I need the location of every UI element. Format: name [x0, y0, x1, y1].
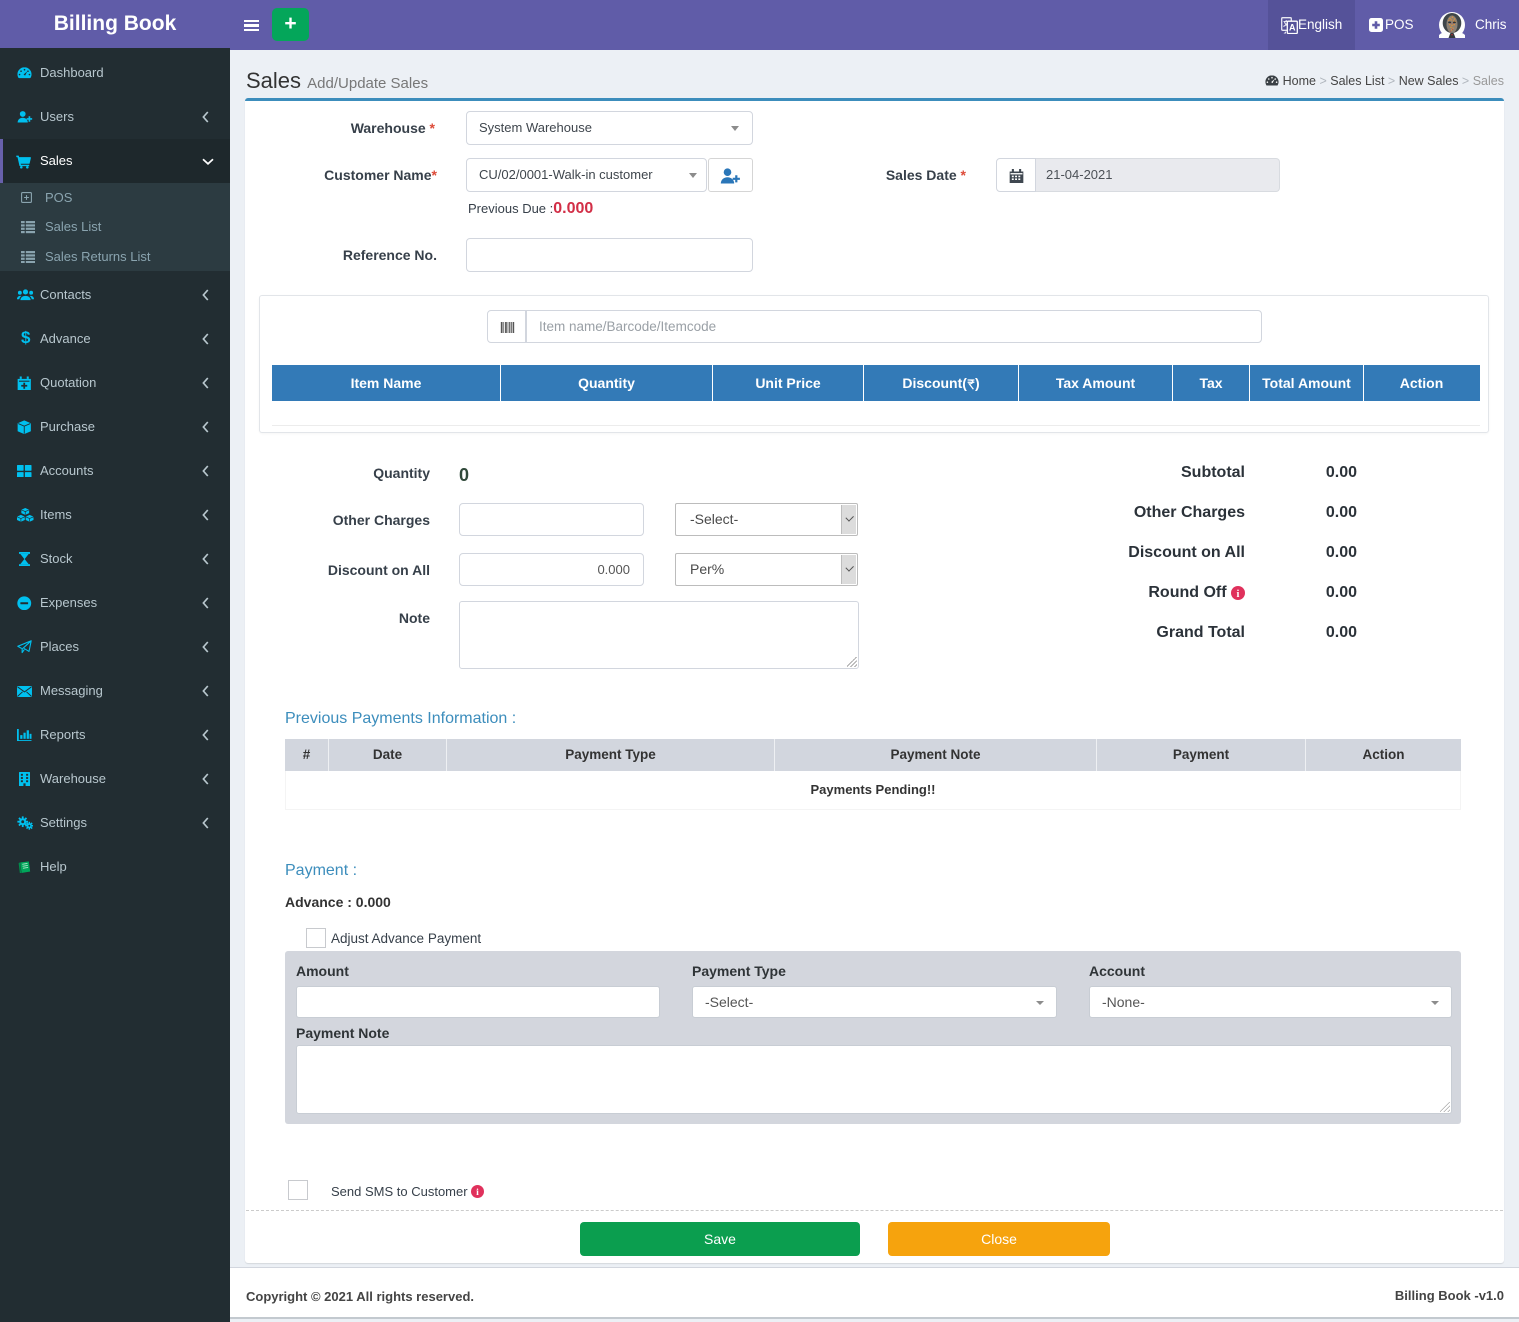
svg-text:A: A	[1289, 22, 1296, 32]
svg-text:i: i	[1237, 588, 1240, 599]
svg-text:i: i	[476, 1187, 479, 1198]
